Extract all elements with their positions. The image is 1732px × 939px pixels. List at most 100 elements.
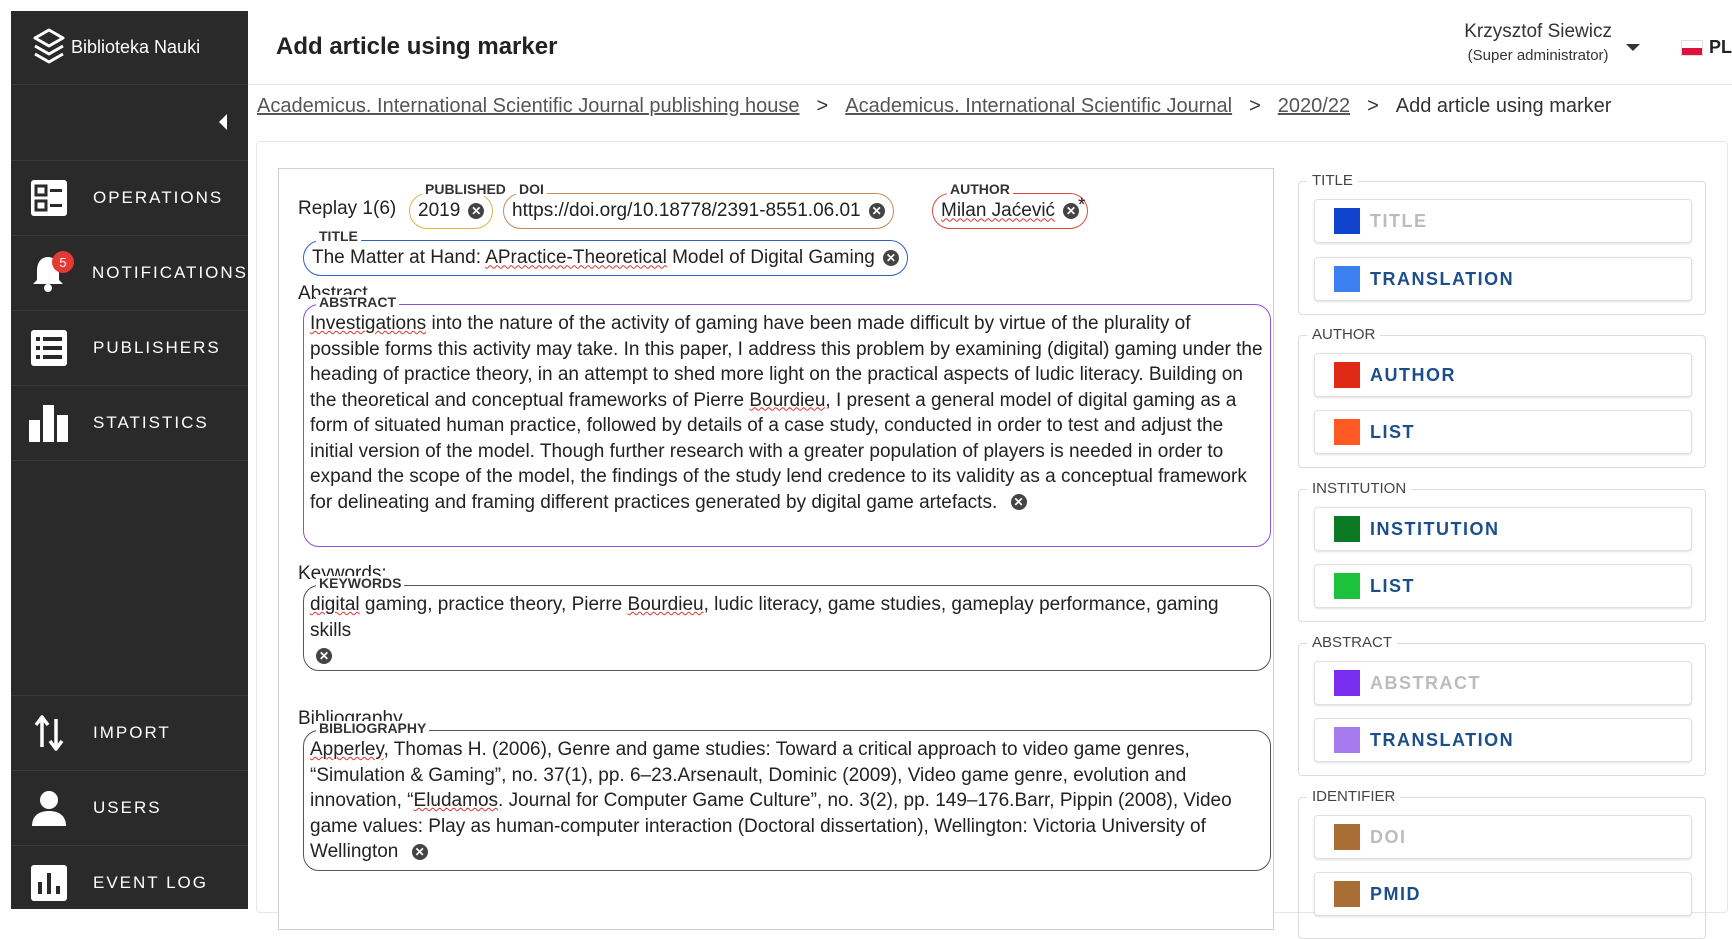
bar-chart-icon: [25, 399, 73, 447]
keywords-misspelled-word: digital: [310, 594, 360, 615]
remove-icon[interactable]: ✕: [316, 647, 332, 664]
sidebar-item-users[interactable]: USERS: [11, 771, 248, 846]
user-role: (Super administrator): [1467, 47, 1609, 64]
title-text: The Matter at Hand: APractice-Theoretica…: [312, 245, 875, 271]
event-log-icon: [25, 859, 73, 907]
language-code: PL: [1708, 37, 1732, 57]
author-chip[interactable]: AUTHOR Milan Jaćević ✕: [932, 182, 1089, 229]
doi-marker-button[interactable]: DOI: [1314, 815, 1692, 859]
abstract-misspelled-word: Investigations: [310, 313, 427, 334]
group-title: IDENTIFIER: [1307, 788, 1401, 805]
title-marker-button[interactable]: TITLE: [1314, 199, 1692, 243]
marker-editor[interactable]: Replay 1(6) PUBLISHED 2019 ✕ DOI https:/…: [278, 168, 1274, 930]
brand[interactable]: Biblioteka Nauki: [11, 11, 248, 85]
collapse-sidebar-button[interactable]: [11, 85, 248, 161]
sidebar-item-label: IMPORT: [93, 723, 171, 742]
marker-label: INSTITUTION: [1370, 518, 1500, 539]
user-info[interactable]: Krzysztof Siewicz (Super administrator): [1464, 21, 1612, 64]
doi-value: https://doi.org/10.18778/2391-8551.06.01: [512, 200, 861, 222]
color-swatch: [1334, 727, 1360, 753]
user-name: Krzysztof Siewicz: [1464, 21, 1612, 42]
bibliography-label: BIBLIOGRAPHY: [316, 721, 430, 735]
marker-label: TRANSLATION: [1370, 268, 1515, 289]
breadcrumb-journal-link[interactable]: Academicus. International Scientific Jou…: [845, 95, 1232, 117]
user-icon: [25, 784, 73, 832]
marker-label: TITLE: [1370, 210, 1428, 231]
keywords-block[interactable]: KEYWORDS digital gaming, practice theory…: [303, 576, 1271, 671]
pmid-marker-button[interactable]: PMID: [1314, 872, 1692, 916]
color-swatch: [1334, 573, 1360, 599]
bibliography-block[interactable]: BIBLIOGRAPHY Apperley, Thomas H. (2006),…: [303, 721, 1271, 871]
color-swatch: [1334, 419, 1360, 445]
color-swatch: [1334, 824, 1360, 850]
remove-icon[interactable]: ✕: [882, 250, 899, 266]
breadcrumb-issue-link[interactable]: 2020/22: [1278, 95, 1350, 117]
remove-icon[interactable]: ✕: [411, 843, 428, 860]
title-post: Model of Digital Gaming: [666, 247, 875, 269]
doi-label: DOI: [516, 182, 547, 196]
sidebar-item-notifications[interactable]: 5 NOTIFICATIONS: [11, 236, 248, 311]
published-value: 2019: [418, 200, 461, 222]
doi-chip[interactable]: DOI https://doi.org/10.18778/2391-8551.0…: [503, 182, 894, 229]
abstract-misspelled-word: Bourdieu: [749, 389, 826, 411]
marker-label: TRANSLATION: [1370, 729, 1515, 750]
sidebar-item-import[interactable]: IMPORT: [11, 696, 248, 771]
author-marker-button[interactable]: AUTHOR: [1314, 353, 1692, 397]
notification-badge: 5: [51, 251, 74, 273]
title-pre: The Matter at Hand:: [312, 247, 486, 269]
title-translation-marker-button[interactable]: TRANSLATION: [1314, 257, 1692, 301]
abstract-marker-button[interactable]: ABSTRACT: [1314, 661, 1692, 705]
bell-icon: 5: [25, 249, 74, 297]
abstract-label: ABSTRACT: [316, 295, 399, 309]
title-label: TITLE: [316, 229, 361, 243]
marker-group-title: TITLE TITLE TRANSLATION: [1298, 172, 1706, 315]
marker-group-identifier: IDENTIFIER DOI PMID: [1298, 788, 1706, 939]
institution-list-marker-button[interactable]: LIST: [1314, 564, 1692, 608]
published-chip[interactable]: PUBLISHED 2019 ✕: [409, 182, 509, 229]
author-value: Milan Jaćević: [941, 200, 1056, 222]
marker-group-author: AUTHOR AUTHOR LIST: [1298, 326, 1706, 468]
abstract-block[interactable]: ABSTRACT Investigations into the nature …: [303, 295, 1271, 547]
page-title: Add article using marker: [276, 33, 558, 60]
author-list-marker-button[interactable]: LIST: [1314, 410, 1692, 454]
breadcrumb-publisher-link[interactable]: Academicus. International Scientific Jou…: [257, 95, 800, 117]
import-arrows-icon: [25, 709, 73, 757]
breadcrumb-separator: >: [1249, 95, 1261, 117]
group-title: ABSTRACT: [1307, 634, 1398, 651]
remove-icon[interactable]: ✕: [1063, 203, 1080, 219]
author-label: AUTHOR: [947, 182, 1013, 196]
remove-icon[interactable]: ✕: [468, 203, 485, 219]
marker-label: ABSTRACT: [1370, 672, 1481, 693]
group-title: TITLE: [1307, 172, 1358, 189]
sidebar-item-label: OPERATIONS: [93, 188, 224, 207]
marker-label: LIST: [1370, 575, 1415, 596]
marker-label: AUTHOR: [1370, 364, 1456, 385]
title-chip[interactable]: TITLE The Matter at Hand: APractice-Theo…: [303, 229, 908, 276]
sidebar-item-label: NOTIFICATIONS: [91, 263, 248, 282]
remove-icon[interactable]: ✕: [868, 203, 885, 219]
group-title: AUTHOR: [1307, 326, 1381, 343]
required-asterisk: *: [1078, 195, 1086, 216]
abstract-translation-marker-button[interactable]: TRANSLATION: [1314, 718, 1692, 762]
replay-text: Replay 1(6): [298, 198, 397, 219]
keywords-text: gaming, practice theory, Pierre: [359, 594, 628, 615]
bibliography-misspelled-word: Eludamos: [413, 790, 499, 811]
marker-group-institution: INSTITUTION INSTITUTION LIST: [1298, 480, 1706, 622]
sidebar-item-operations[interactable]: OPERATIONS: [11, 161, 248, 236]
language-switcher[interactable]: PL: [1680, 37, 1732, 58]
sidebar-item-event-log[interactable]: EVENT LOG: [11, 846, 248, 909]
institution-marker-button[interactable]: INSTITUTION: [1314, 507, 1692, 551]
operations-icon: [25, 174, 73, 222]
marker-label: DOI: [1370, 826, 1407, 847]
color-swatch: [1334, 266, 1360, 292]
sidebar-item-label: STATISTICS: [93, 413, 209, 432]
marker-label: LIST: [1370, 421, 1415, 442]
remove-icon[interactable]: ✕: [1010, 494, 1027, 511]
sidebar-item-statistics[interactable]: STATISTICS: [11, 386, 248, 461]
caret-down-icon[interactable]: [1626, 44, 1640, 51]
logo-icon: [33, 28, 65, 63]
sidebar-item-label: PUBLISHERS: [93, 338, 221, 357]
chevron-left-icon: [219, 114, 227, 130]
keywords-label: KEYWORDS: [316, 576, 405, 590]
sidebar-item-publishers[interactable]: PUBLISHERS: [11, 311, 248, 386]
